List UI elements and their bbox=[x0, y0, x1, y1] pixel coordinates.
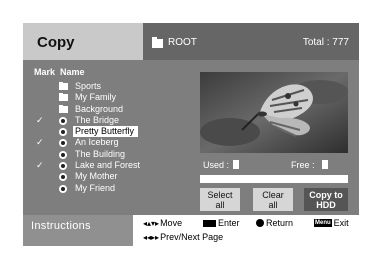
list-item[interactable]: My Family bbox=[23, 92, 198, 103]
item-name: Sports bbox=[75, 81, 102, 91]
list-item[interactable]: Pretty Butterfly bbox=[23, 126, 198, 138]
free-label: Free : bbox=[291, 160, 315, 170]
hint-exit: Menu Exit bbox=[314, 218, 349, 228]
menu-key-icon: Menu bbox=[314, 219, 332, 227]
current-path: ROOT bbox=[168, 37, 197, 48]
total-count: Total : 777 bbox=[302, 37, 349, 48]
select-all-label-line2: all bbox=[215, 200, 225, 210]
item-name: Pretty Butterfly bbox=[73, 126, 139, 138]
arrows-icon: ◂▴▾▸ bbox=[143, 218, 160, 228]
clear-all-label-line2: all bbox=[268, 200, 278, 210]
item-name: Lake and Forest bbox=[75, 160, 141, 171]
folder-icon bbox=[59, 104, 68, 113]
column-header-name: Name bbox=[60, 67, 85, 77]
hint-enter-label: Enter bbox=[218, 218, 240, 228]
list-item[interactable]: Background bbox=[23, 104, 198, 115]
hint-return: Return bbox=[256, 218, 293, 228]
instructions-panel: Instructions bbox=[23, 215, 133, 246]
item-name: My Mother bbox=[75, 171, 118, 182]
hint-page-label: Prev/Next Page bbox=[160, 232, 224, 242]
page-arrows-icon: ◂◂▸▸ bbox=[143, 232, 160, 242]
free-value bbox=[322, 160, 328, 169]
list-item[interactable]: My Friend bbox=[23, 183, 198, 194]
item-name: The Building bbox=[75, 148, 126, 159]
path-bar: ROOT Total : 777 bbox=[143, 23, 359, 60]
copy-label-line1: Copy to bbox=[309, 190, 343, 200]
used-value bbox=[233, 160, 239, 169]
item-name: Background bbox=[75, 103, 124, 114]
list-item[interactable]: ✓ An Iceberg bbox=[23, 137, 198, 148]
hint-move: ◂▴▾▸ Move bbox=[143, 218, 182, 228]
item-name: The Bridge bbox=[75, 114, 120, 125]
photo-icon bbox=[59, 162, 67, 171]
instructions-hints: ◂▴▾▸ Move Enter Return Menu Exit ◂◂▸▸ Pr… bbox=[133, 215, 359, 246]
item-name: My Friend bbox=[75, 182, 116, 193]
hint-return-label: Return bbox=[266, 218, 294, 228]
enter-key-icon bbox=[203, 219, 216, 227]
photo-icon bbox=[59, 128, 67, 137]
list-item[interactable]: ✓ Lake and Forest bbox=[23, 160, 198, 171]
copy-screen: Copy ROOT Total : 777 Mark Name Sports My… bbox=[23, 23, 359, 246]
copy-to-hdd-button[interactable]: Copy to HDD bbox=[304, 188, 348, 211]
return-key-icon bbox=[256, 219, 264, 227]
hint-move-label: Move bbox=[160, 218, 183, 228]
copy-label-line2: HDD bbox=[316, 200, 336, 210]
title-panel: Copy bbox=[23, 23, 143, 60]
photo-icon bbox=[59, 116, 67, 125]
instructions-title: Instructions bbox=[31, 220, 91, 232]
folder-icon bbox=[152, 37, 163, 48]
hint-page: ◂◂▸▸ Prev/Next Page bbox=[143, 232, 223, 242]
photo-icon bbox=[59, 184, 67, 193]
list-item[interactable]: Sports bbox=[23, 81, 198, 92]
clear-all-button[interactable]: Clear all bbox=[253, 188, 293, 211]
column-header-mark: Mark bbox=[34, 67, 56, 77]
list-item[interactable]: ✓ The Bridge bbox=[23, 115, 198, 126]
item-name: An Iceberg bbox=[75, 137, 119, 148]
check-icon: ✓ bbox=[36, 160, 44, 171]
select-all-label-line1: Select bbox=[207, 190, 233, 200]
storage-bar bbox=[200, 175, 348, 183]
folder-icon bbox=[59, 93, 68, 102]
photo-icon bbox=[59, 150, 67, 159]
folder-icon bbox=[59, 82, 68, 90]
file-list: Sports My Family Background ✓ The Bridge Pret… bbox=[23, 81, 198, 194]
butterfly-photo bbox=[200, 72, 348, 153]
check-icon: ✓ bbox=[36, 137, 44, 148]
hint-exit-label: Exit bbox=[333, 218, 349, 228]
item-name: My Family bbox=[75, 92, 116, 103]
photo-preview bbox=[200, 72, 348, 153]
clear-all-label-line1: Clear bbox=[262, 190, 284, 200]
select-all-button[interactable]: Select all bbox=[200, 188, 240, 211]
hint-enter: Enter bbox=[203, 218, 240, 228]
photo-icon bbox=[59, 139, 67, 148]
photo-icon bbox=[59, 173, 67, 182]
list-item[interactable]: My Mother bbox=[23, 171, 198, 182]
check-icon: ✓ bbox=[36, 114, 44, 125]
list-item[interactable]: The Building bbox=[23, 149, 198, 160]
page-title: Copy bbox=[37, 34, 75, 51]
used-label: Used : bbox=[203, 160, 230, 170]
